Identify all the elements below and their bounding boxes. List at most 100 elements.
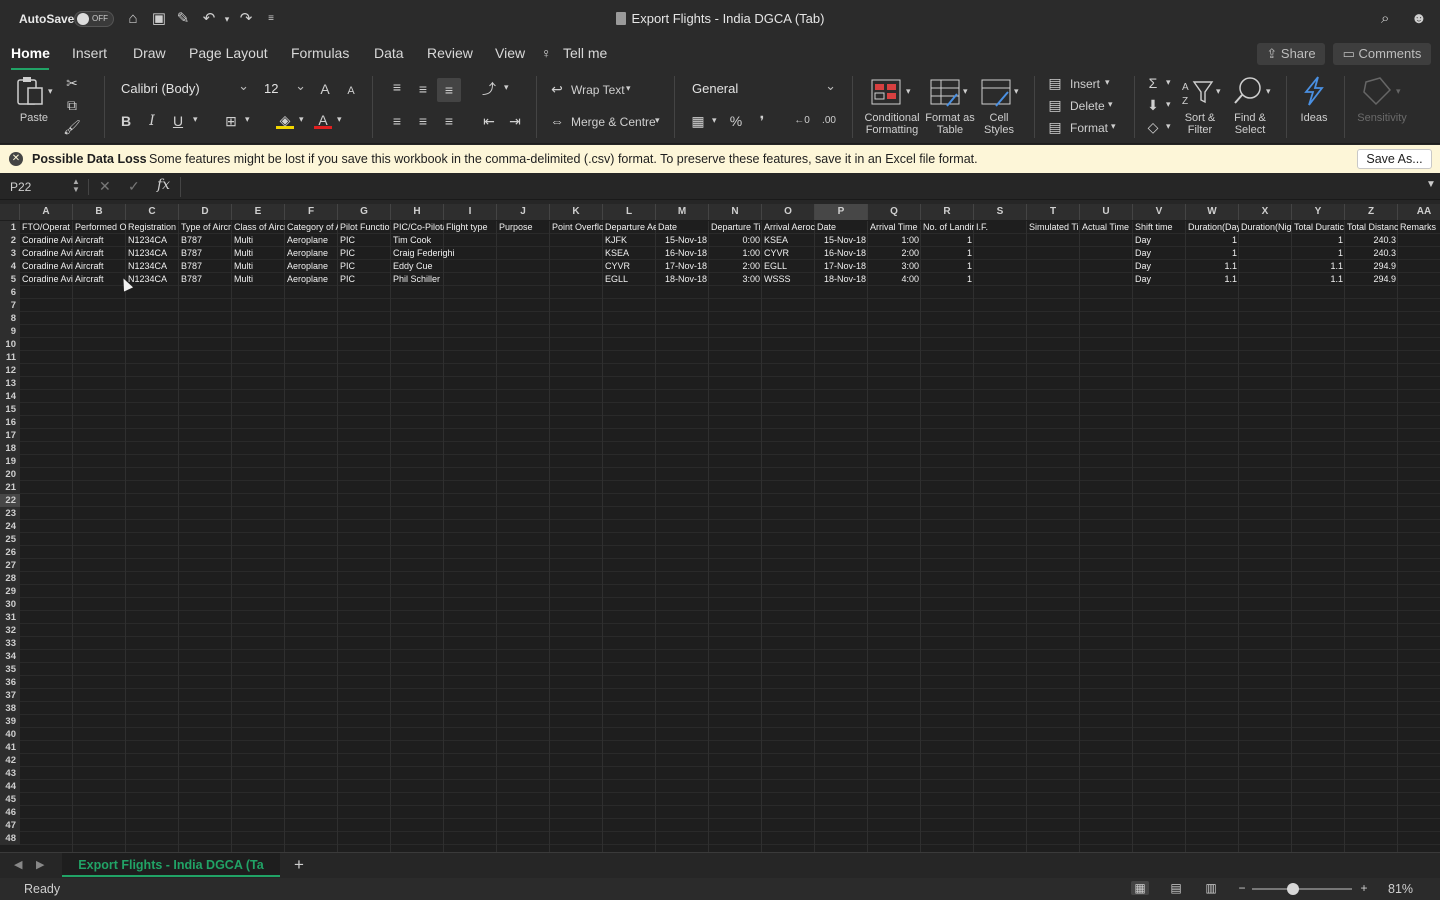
table-cell[interactable]: N1234CA (126, 273, 179, 286)
delete-cells-icon[interactable]: ▤ (1046, 96, 1064, 114)
table-cell[interactable]: KSEA (603, 247, 656, 260)
conditional-formatting-dropdown-icon[interactable]: ▾ (906, 86, 911, 97)
row-header-9[interactable]: 9 (0, 325, 20, 338)
table-cell[interactable]: 18-Nov-18 (656, 273, 709, 286)
italic-button[interactable]: I (143, 112, 161, 130)
wrap-text-icon[interactable]: ↩ (548, 80, 566, 98)
row-header-39[interactable]: 39 (0, 715, 20, 728)
table-cell[interactable]: Day (1133, 247, 1186, 260)
close-icon[interactable]: ✕ (9, 152, 23, 166)
page-break-view-icon[interactable]: ▥ (1202, 881, 1220, 895)
table-cell[interactable]: 17-Nov-18 (656, 260, 709, 273)
column-header-o[interactable]: O (762, 204, 815, 220)
table-cell[interactable]: 1.1 (1292, 260, 1345, 273)
underline-dropdown-icon[interactable]: ▾ (193, 114, 198, 125)
header-cell[interactable]: Performed O (73, 221, 126, 234)
fill-color-icon[interactable]: ◈ (276, 111, 294, 129)
table-cell[interactable]: Tim Cook (391, 234, 501, 247)
table-cell[interactable]: 15-Nov-18 (815, 234, 868, 247)
search-icon[interactable]: ⌕ (1381, 10, 1389, 27)
prev-sheet-icon[interactable]: ◀ (14, 858, 22, 871)
row-header-38[interactable]: 38 (0, 702, 20, 715)
find-select-icon[interactable] (1232, 76, 1264, 106)
tab-view[interactable]: View (495, 45, 525, 61)
decrease-indent-icon[interactable]: ⇤ (480, 112, 498, 130)
borders-icon[interactable]: ⊞ (222, 112, 240, 130)
font-size-select[interactable]: 12 (259, 76, 311, 100)
header-cell[interactable]: Pilot Functio (338, 221, 391, 234)
row-header-41[interactable]: 41 (0, 741, 20, 754)
table-cell[interactable]: 240.3 (1345, 234, 1398, 247)
header-cell[interactable]: Class of Aircr (232, 221, 285, 234)
table-cell[interactable]: 1 (921, 273, 974, 286)
table-cell[interactable]: 1.1 (1186, 273, 1239, 286)
row-header-28[interactable]: 28 (0, 572, 20, 585)
row-header-29[interactable]: 29 (0, 585, 20, 598)
row-header-40[interactable]: 40 (0, 728, 20, 741)
accounting-format-icon[interactable]: ▦ (689, 112, 707, 130)
column-header-aa[interactable]: AA (1398, 204, 1440, 220)
header-cell[interactable]: Arrival Time (868, 221, 921, 234)
table-cell[interactable]: B787 (179, 234, 232, 247)
fill-color-dropdown-icon[interactable]: ▾ (299, 114, 304, 125)
table-cell[interactable]: 0:00 (709, 234, 762, 247)
save-as-button[interactable]: Save As... (1357, 149, 1432, 169)
zoom-level[interactable]: 81% (1388, 882, 1413, 896)
table-cell[interactable]: 1:00 (709, 247, 762, 260)
row-header-2[interactable]: 2 (0, 234, 20, 247)
font-color-dropdown-icon[interactable]: ▾ (337, 114, 342, 125)
column-header-v[interactable]: V (1133, 204, 1186, 220)
table-cell[interactable]: CYVR (603, 260, 656, 273)
table-cell[interactable]: 3:00 (709, 273, 762, 286)
column-header-d[interactable]: D (179, 204, 232, 220)
format-cells-button[interactable]: Format (1070, 121, 1108, 135)
column-header-q[interactable]: Q (868, 204, 921, 220)
align-center-icon[interactable]: ≡ (414, 112, 432, 130)
decrease-font-size-icon[interactable]: A (342, 82, 360, 100)
column-header-b[interactable]: B (73, 204, 126, 220)
row-header-31[interactable]: 31 (0, 611, 20, 624)
column-header-g[interactable]: G (338, 204, 391, 220)
table-cell[interactable]: Day (1133, 273, 1186, 286)
table-cell[interactable]: Aircraft (73, 260, 126, 273)
table-cell[interactable]: Coradine Avi (20, 234, 73, 247)
copy-icon[interactable]: ⧉ (63, 96, 81, 114)
row-header-22[interactable]: 22 (0, 494, 20, 507)
table-cell[interactable]: Aeroplane (285, 273, 338, 286)
paste-dropdown-icon[interactable]: ▾ (48, 86, 53, 97)
next-sheet-icon[interactable]: ▶ (36, 858, 44, 871)
header-cell[interactable]: Duration(Day (1186, 221, 1239, 234)
table-cell[interactable]: Coradine Avi (20, 273, 73, 286)
fill-icon[interactable]: ⬇ (1144, 96, 1162, 114)
table-cell[interactable]: Aircraft (73, 273, 126, 286)
format-cells-icon[interactable]: ▤ (1046, 118, 1064, 136)
header-cell[interactable]: Departure Ti (709, 221, 762, 234)
table-cell[interactable]: Aeroplane (285, 234, 338, 247)
column-header-r[interactable]: R (921, 204, 974, 220)
column-header-j[interactable]: J (497, 204, 550, 220)
header-cell[interactable]: Registration (126, 221, 179, 234)
tab-data[interactable]: Data (374, 45, 404, 61)
autosum-icon[interactable]: Σ (1144, 74, 1162, 92)
row-header-26[interactable]: 26 (0, 546, 20, 559)
header-cell[interactable]: Type of Aircr (179, 221, 232, 234)
table-cell[interactable]: 3:00 (868, 260, 921, 273)
table-cell[interactable]: N1234CA (126, 234, 179, 247)
align-bottom-icon[interactable]: ≡ (437, 78, 461, 102)
column-header-t[interactable]: T (1027, 204, 1080, 220)
bold-button[interactable]: B (117, 112, 135, 130)
tell-me-search[interactable]: Tell me (563, 45, 607, 61)
row-header-47[interactable]: 47 (0, 819, 20, 832)
table-cell[interactable]: 1 (921, 234, 974, 247)
tab-draw[interactable]: Draw (133, 45, 166, 61)
tab-home[interactable]: Home (11, 45, 50, 61)
row-header-34[interactable]: 34 (0, 650, 20, 663)
table-cell[interactable]: B787 (179, 273, 232, 286)
table-cell[interactable]: 1 (1186, 234, 1239, 247)
column-header-s[interactable]: S (974, 204, 1027, 220)
align-left-icon[interactable]: ≡ (388, 112, 406, 130)
row-header-18[interactable]: 18 (0, 442, 20, 455)
paste-icon[interactable] (14, 76, 46, 106)
table-cell[interactable]: Multi (232, 260, 285, 273)
zoom-in-icon[interactable]: + (1355, 881, 1373, 895)
